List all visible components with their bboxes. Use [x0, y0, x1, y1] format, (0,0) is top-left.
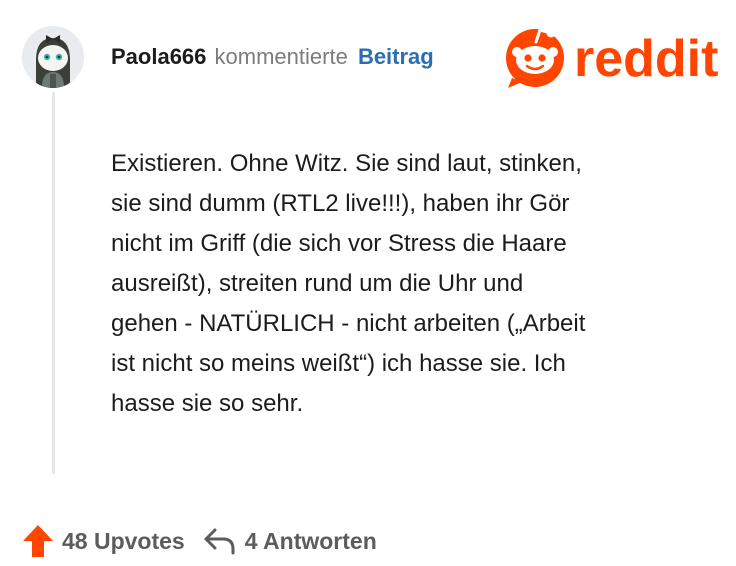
comment-footer: 48 Upvotes 4 Antworten [22, 521, 377, 561]
reddit-wordmark: reddit [574, 30, 718, 88]
post-link[interactable]: Beitrag [358, 44, 434, 69]
comment-header: Paola666 kommentierte Beitrag [111, 42, 434, 72]
thread-line [52, 92, 55, 474]
upvote-count: 48 Upvotes [62, 527, 185, 554]
reply-button[interactable]: 4 Antworten [203, 526, 377, 556]
user-avatar[interactable] [22, 26, 84, 88]
reddit-logo[interactable]: reddit [500, 20, 720, 90]
reply-count: 4 Antworten [244, 527, 377, 554]
upvote-arrow-icon[interactable] [22, 524, 54, 558]
username[interactable]: Paola666 [111, 44, 206, 69]
reddit-snoo-logo-icon: reddit [506, 28, 718, 88]
action-text: kommentierte [214, 44, 348, 69]
reply-arrow-icon [204, 528, 235, 555]
comment-body: Existieren. Ohne Witz. Sie sind laut, st… [111, 150, 586, 417]
snoo-avatar-icon [22, 26, 84, 88]
